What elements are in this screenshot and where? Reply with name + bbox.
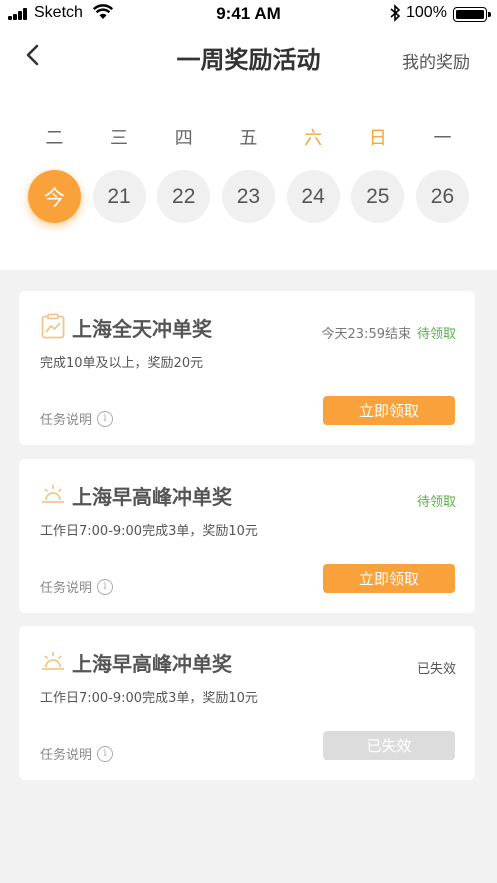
- info-icon[interactable]: i: [97, 578, 114, 595]
- header-panel: Sketch 9:41 AM 100% 一周奖励活动 我的奖励 二 三 四 五 …: [0, 0, 497, 270]
- date-row: 今 21 22 23 24 25 26: [22, 170, 475, 224]
- claim-button[interactable]: 立即领取: [323, 564, 455, 593]
- date-item[interactable]: 24: [286, 170, 340, 223]
- task-info-label: 任务说明: [40, 581, 93, 596]
- weekday-label: 一: [433, 128, 452, 149]
- task-status: 已失效: [416, 662, 456, 677]
- task-description: 工作日7:00-9:00完成3单，奖励10元: [40, 691, 258, 706]
- date-item[interactable]: 25: [351, 170, 405, 223]
- info-icon[interactable]: i: [97, 745, 114, 762]
- battery-icon: [453, 7, 491, 22]
- task-status-area: 今天23:59结束 待领取: [322, 323, 456, 342]
- battery-percent: 100%: [406, 4, 447, 21]
- weekday-label: 四: [174, 128, 193, 149]
- task-info-link[interactable]: 任务说明 i: [40, 409, 114, 428]
- task-status: 待领取: [416, 495, 456, 510]
- date-item[interactable]: 22: [157, 170, 211, 223]
- claim-button[interactable]: 立即领取: [323, 396, 455, 425]
- task-title: 上海早高峰冲单奖: [72, 652, 232, 676]
- weekday-row: 二 三 四 五 六 日 一: [22, 124, 475, 154]
- task-card: 上海全天冲单奖 今天23:59结束 待领取 完成10单及以上，奖励20元 任务说明…: [19, 291, 475, 445]
- weekday-label: 二: [45, 128, 64, 149]
- status-bar: Sketch 9:41 AM 100%: [0, 0, 497, 30]
- task-info-link[interactable]: 任务说明 i: [40, 744, 114, 763]
- task-info-link[interactable]: 任务说明 i: [40, 577, 114, 596]
- date-today[interactable]: 今: [27, 170, 81, 223]
- weekday-label: 日: [368, 128, 387, 149]
- task-card: 上海早高峰冲单奖 待领取 工作日7:00-9:00完成3单，奖励10元 任务说明…: [19, 459, 475, 613]
- date-item[interactable]: 23: [221, 170, 275, 223]
- date-item[interactable]: 26: [415, 170, 469, 223]
- weekday-label: 三: [110, 128, 129, 149]
- info-icon[interactable]: i: [97, 410, 114, 427]
- bluetooth-icon: [390, 4, 401, 22]
- sunrise-icon: [42, 652, 64, 670]
- weekday-label: 六: [304, 128, 323, 149]
- task-status-area: 已失效: [417, 658, 456, 677]
- task-description: 完成10单及以上，奖励20元: [40, 356, 204, 371]
- expired-button: 已失效: [323, 731, 455, 760]
- my-rewards-link[interactable]: 我的奖励: [402, 48, 470, 73]
- task-status: 待领取: [416, 327, 456, 342]
- task-title: 上海全天冲单奖: [72, 317, 212, 341]
- chart-clipboard-icon: [41, 313, 65, 339]
- sunrise-icon: [42, 485, 64, 503]
- task-card: 上海早高峰冲单奖 已失效 工作日7:00-9:00完成3单，奖励10元 任务说明…: [19, 626, 475, 780]
- task-deadline: 今天23:59结束: [321, 327, 411, 342]
- task-info-label: 任务说明: [40, 413, 93, 428]
- task-status-area: 待领取: [417, 491, 456, 510]
- task-description: 工作日7:00-9:00完成3单，奖励10元: [40, 524, 258, 539]
- weekday-label: 五: [239, 128, 258, 149]
- task-info-label: 任务说明: [40, 748, 93, 763]
- date-item[interactable]: 21: [92, 170, 146, 223]
- task-title: 上海早高峰冲单奖: [72, 485, 232, 509]
